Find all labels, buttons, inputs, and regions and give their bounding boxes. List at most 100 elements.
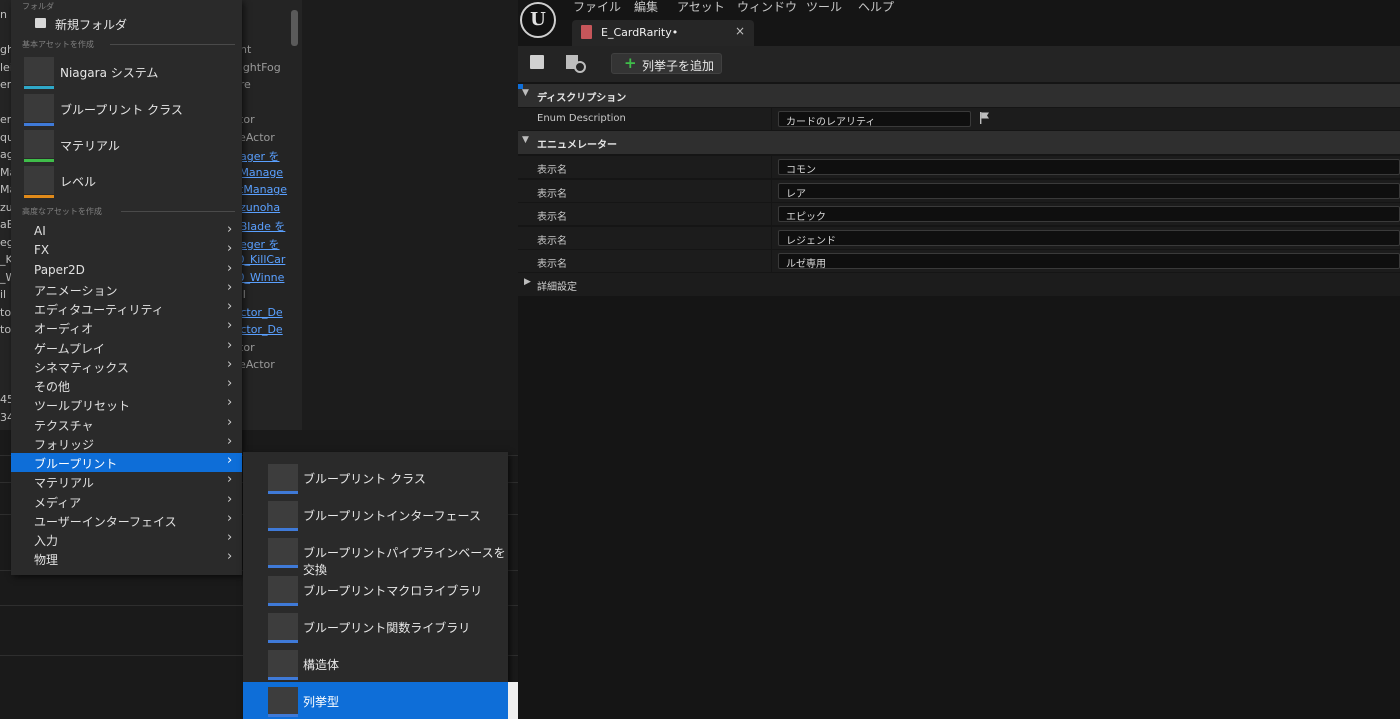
enumerator-row: 表示名 エピック — [518, 202, 1400, 227]
display-name-field[interactable]: レア — [778, 182, 1400, 200]
submenu-label: ブループリントインターフェース — [303, 509, 481, 524]
category-item[interactable]: ブループリント › — [11, 453, 242, 472]
submenu-item[interactable]: ブループリントパイプラインベースを交換 — [243, 533, 508, 577]
close-icon[interactable]: × — [735, 24, 745, 38]
column-splitter[interactable] — [771, 226, 772, 250]
enumerators-section-header[interactable]: ▼ エニュメレーター — [518, 131, 1400, 154]
column-splitter[interactable] — [771, 156, 772, 179]
category-label: ゲームプレイ — [34, 341, 105, 356]
asset-color-bar — [268, 677, 298, 680]
submenu-item[interactable]: 列挙型 — [243, 682, 508, 719]
category-item[interactable]: FX › — [11, 241, 242, 260]
expand-arrow-icon: ▶ — [524, 277, 531, 287]
niagara-icon — [24, 57, 54, 85]
submenu-item[interactable]: 構造体 — [243, 645, 508, 682]
add-enumerator-button[interactable]: + 列挙子を追加 — [611, 53, 722, 74]
submenu-item[interactable]: ブループリント クラス — [243, 459, 508, 496]
submenu-item[interactable]: ブループリント関数ライブラリ — [243, 608, 508, 645]
column-splitter[interactable] — [771, 179, 772, 203]
outliner-row-left: Ma — [0, 165, 11, 179]
chevron-right-icon: › — [227, 491, 233, 507]
asset-item[interactable]: マテリアル — [22, 128, 231, 164]
advanced-settings-row[interactable]: ▶ 詳細設定 — [518, 273, 1400, 296]
enum-description-field[interactable]: カードのレアリティ — [778, 111, 971, 128]
field-value: カードのレアリティ — [786, 117, 876, 128]
category-label: ブループリント — [34, 457, 118, 471]
display-name-label: 表示名 — [537, 259, 567, 271]
flag-icon[interactable] — [980, 112, 990, 124]
column-splitter[interactable] — [771, 203, 772, 227]
selection-marker — [518, 84, 523, 89]
category-item[interactable]: フォリッジ › — [11, 434, 242, 453]
chevron-right-icon: › — [227, 337, 233, 353]
submenu-item[interactable]: ブループリントマクロライブラリ — [243, 571, 508, 608]
chevron-right-icon: › — [227, 241, 233, 257]
category-item[interactable]: シネマティックス › — [11, 357, 242, 376]
save-icon[interactable] — [530, 55, 544, 69]
category-item[interactable]: その他 › — [11, 376, 242, 395]
blueprint-class-icon — [268, 464, 298, 491]
column-splitter[interactable] — [771, 250, 772, 274]
display-name-field[interactable]: コモン — [778, 159, 1400, 176]
category-item[interactable]: ユーザーインターフェイス › — [11, 511, 242, 530]
category-item[interactable]: テクスチャ › — [11, 415, 242, 434]
asset-label: マテリアル — [60, 139, 120, 153]
category-item[interactable]: AI › — [11, 222, 242, 241]
category-item[interactable]: Paper2D › — [11, 261, 242, 280]
blueprint-pipeline-icon — [268, 538, 298, 566]
asset-item[interactable]: ブループリント クラス — [22, 92, 231, 128]
menu-window[interactable]: ウィンドウ — [737, 0, 797, 15]
category-item[interactable]: ゲームプレイ › — [11, 338, 242, 357]
blueprint-interface-icon — [268, 501, 298, 529]
category-item[interactable]: マテリアル › — [11, 472, 242, 491]
column-splitter[interactable] — [771, 108, 772, 131]
asset-color-bar — [24, 159, 54, 162]
menu-asset[interactable]: アセット — [677, 0, 725, 15]
level-icon — [24, 166, 54, 194]
submenu-label: ブループリント クラス — [303, 472, 426, 486]
outliner-row-left: er — [0, 78, 11, 91]
menu-edit[interactable]: 編集 — [634, 0, 658, 15]
outliner-row-left: il — [0, 288, 7, 301]
description-section-header[interactable]: ▼ ディスクリプション — [518, 84, 1400, 107]
chevron-right-icon: › — [227, 356, 233, 372]
category-label: フォリッジ — [34, 437, 95, 452]
category-label: ツールプリセット — [34, 399, 131, 414]
category-item[interactable]: エディタユーティリティ › — [11, 299, 242, 318]
menu-file[interactable]: ファイル — [573, 0, 621, 15]
outliner-row-left: zu — [0, 200, 11, 214]
outliner-row-left: que — [0, 130, 11, 144]
category-item[interactable]: オーディオ › — [11, 318, 242, 337]
category-label: Paper2D — [34, 262, 85, 277]
outliner-row-left: eg — [0, 235, 11, 249]
outliner-row-left: 45 — [0, 393, 11, 406]
outliner-scrollbar[interactable] — [291, 10, 298, 46]
category-item[interactable]: 物理 › — [11, 549, 242, 568]
menu-tools[interactable]: ツール — [806, 0, 842, 15]
divider — [110, 44, 235, 45]
new-folder-item[interactable]: 新規フォルダ — [55, 16, 127, 33]
chevron-right-icon: › — [227, 260, 233, 276]
display-name-field[interactable]: レジェンド — [778, 229, 1400, 247]
enumerator-row: 表示名 レア — [518, 178, 1400, 203]
unreal-logo-icon[interactable]: U — [520, 2, 556, 38]
asset-color-bar — [268, 714, 298, 718]
asset-color-bar — [24, 86, 54, 89]
chevron-right-icon: › — [227, 549, 233, 565]
display-name-label: 表示名 — [537, 188, 567, 200]
submenu-item[interactable]: ブループリントインターフェース — [243, 496, 508, 533]
chevron-right-icon: › — [227, 510, 233, 526]
display-name-label: 表示名 — [537, 165, 567, 176]
display-name-field[interactable]: エピック — [778, 206, 1400, 223]
asset-item[interactable]: Niagara システム — [22, 55, 231, 91]
chevron-right-icon: › — [227, 279, 233, 295]
menu-help[interactable]: ヘルプ — [858, 0, 894, 15]
display-name-field[interactable]: ルゼ専用 — [778, 253, 1400, 270]
category-item[interactable]: 入力 › — [11, 530, 242, 549]
category-item[interactable]: ツールプリセット › — [11, 395, 242, 414]
category-item[interactable]: アニメーション › — [11, 280, 242, 299]
outliner-row-left: lei — [0, 60, 11, 74]
asset-item[interactable]: レベル — [22, 164, 231, 200]
submenu-label: ブループリントマクロライブラリ — [303, 583, 483, 598]
category-item[interactable]: メディア › — [11, 492, 242, 511]
